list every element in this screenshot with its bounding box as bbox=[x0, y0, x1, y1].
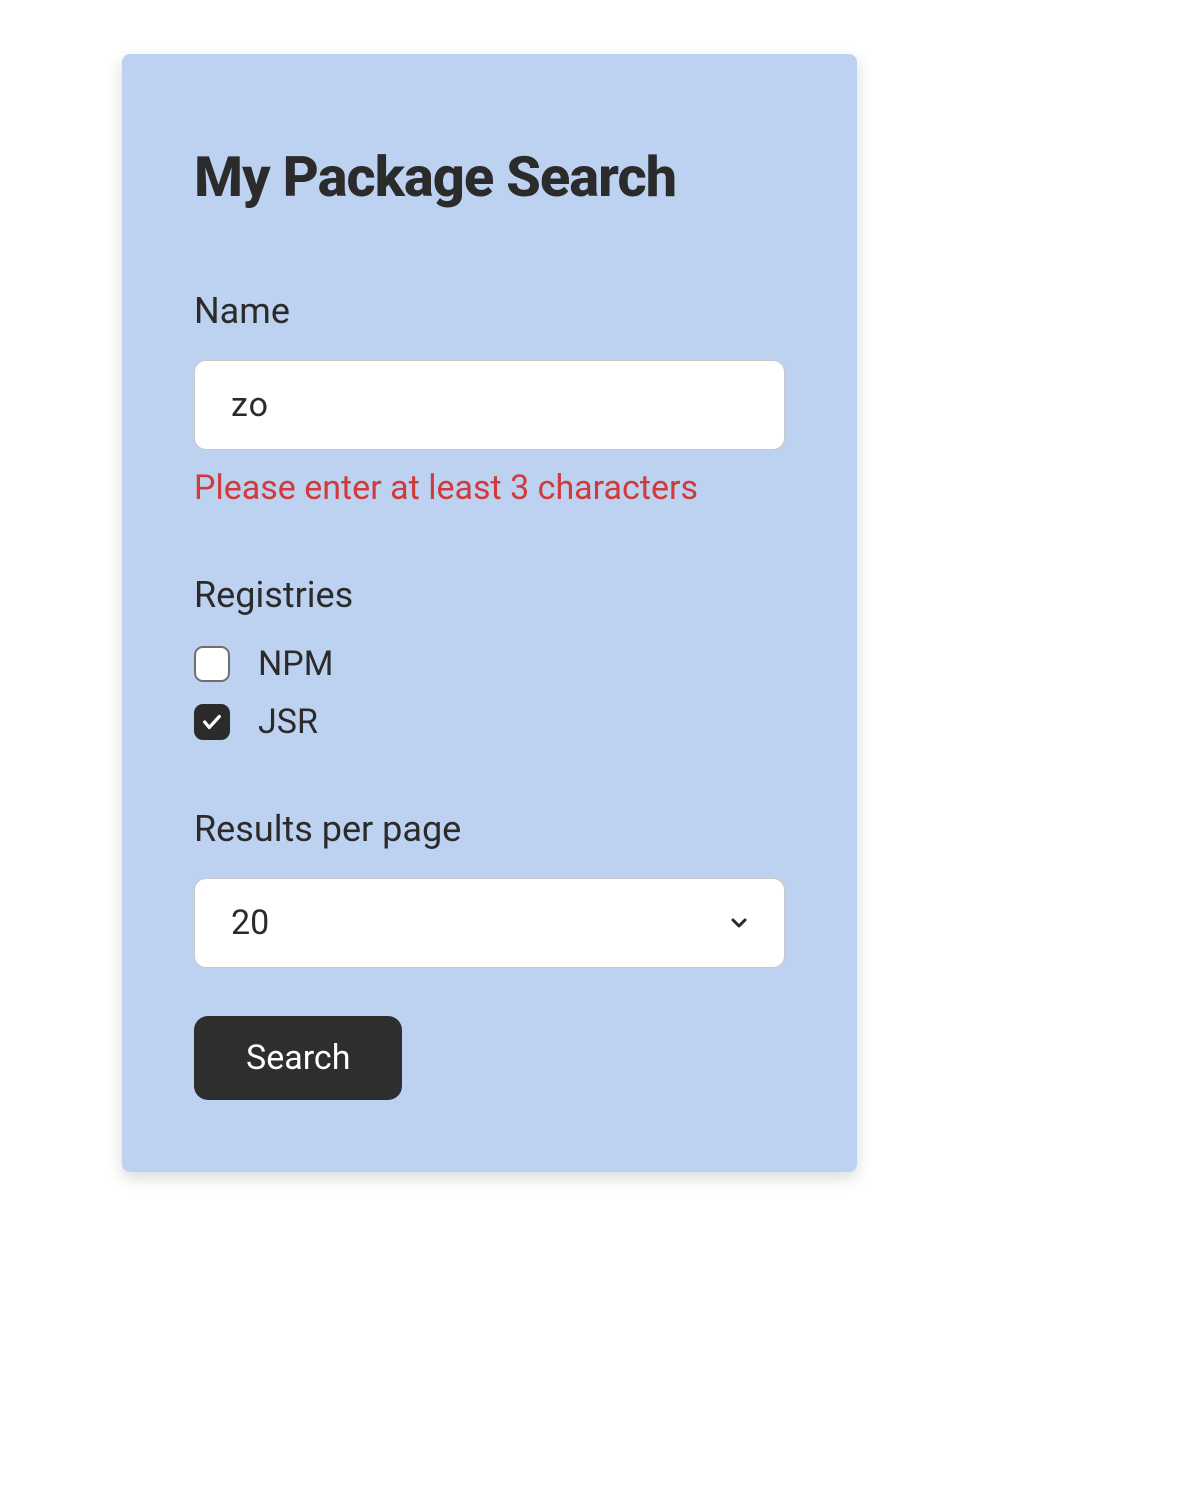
name-input[interactable] bbox=[194, 360, 785, 450]
checkbox-jsr[interactable] bbox=[194, 704, 230, 740]
results-per-page-group: Results per page 20 bbox=[194, 808, 785, 968]
results-per-page-label: Results per page bbox=[194, 808, 785, 850]
name-error-text: Please enter at least 3 characters bbox=[194, 468, 785, 508]
registry-option-jsr[interactable]: JSR bbox=[194, 702, 785, 742]
results-select-wrap: 20 bbox=[194, 878, 785, 968]
search-card: My Package Search Name Please enter at l… bbox=[122, 54, 857, 1172]
checkbox-label-jsr: JSR bbox=[258, 702, 318, 742]
name-field-group: Name Please enter at least 3 characters bbox=[194, 290, 785, 508]
checkbox-label-npm: NPM bbox=[258, 644, 333, 684]
search-button[interactable]: Search bbox=[194, 1016, 402, 1100]
checkbox-npm[interactable] bbox=[194, 646, 230, 682]
card-title: My Package Search bbox=[194, 144, 785, 210]
registries-label: Registries bbox=[194, 574, 785, 616]
check-icon bbox=[201, 711, 223, 733]
registry-option-npm[interactable]: NPM bbox=[194, 644, 785, 684]
name-label: Name bbox=[194, 290, 785, 332]
registries-field-group: Registries NPM JSR bbox=[194, 574, 785, 742]
results-select[interactable]: 20 bbox=[194, 878, 785, 968]
